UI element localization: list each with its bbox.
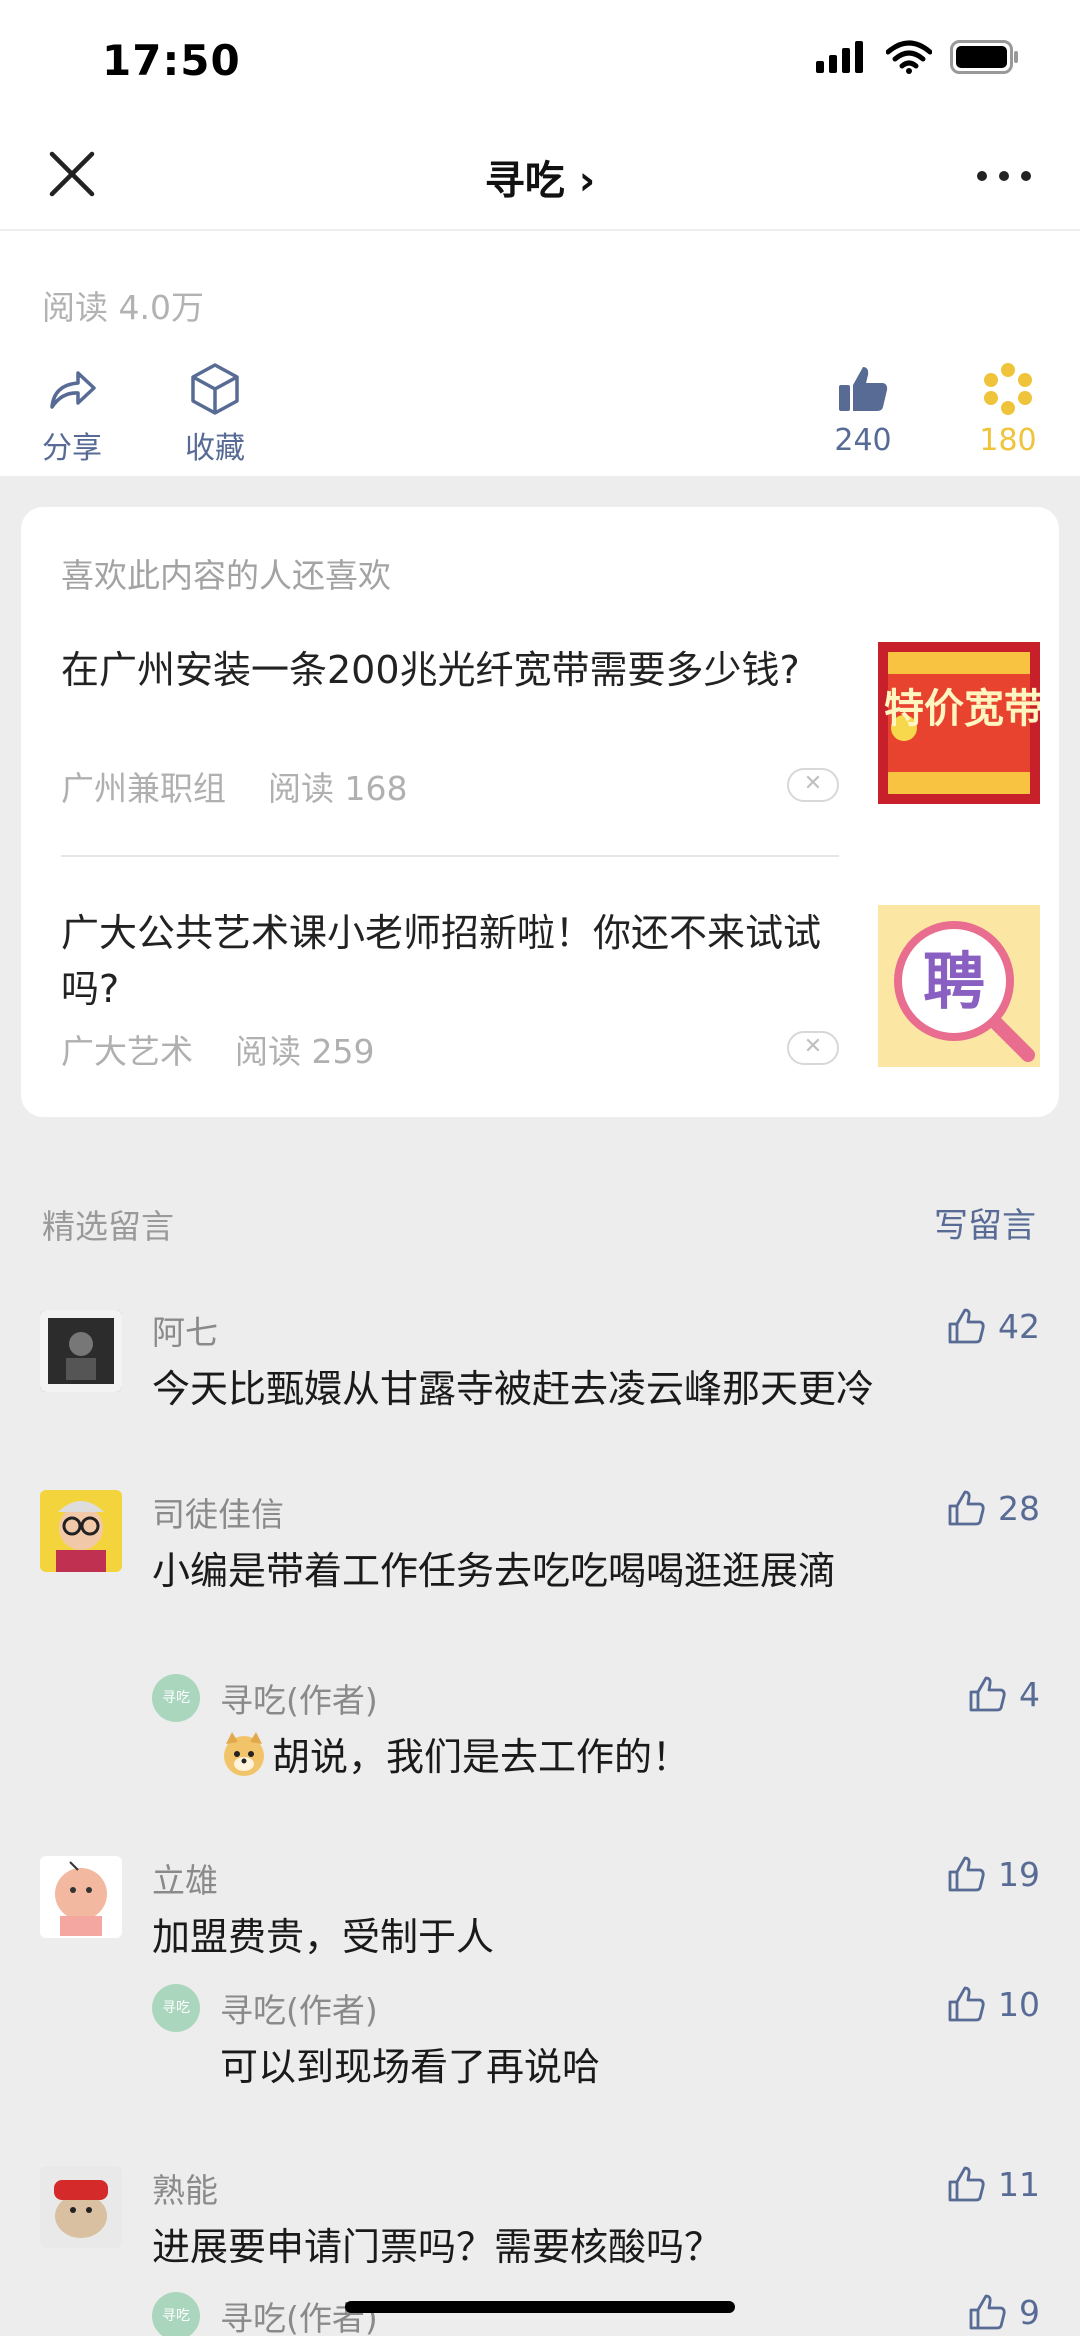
- comment-like-count: 19: [998, 1854, 1040, 1894]
- wow-count: 180: [979, 423, 1037, 458]
- wow-flower-icon: [984, 363, 1032, 415]
- share-label: 分享: [42, 431, 102, 466]
- comment-text: 小编是带着工作任务去吃吃喝喝逛逛展滴: [152, 1549, 837, 1593]
- wow-button[interactable]: 180: [948, 361, 1068, 458]
- status-icons: [816, 40, 1020, 74]
- comment-author: 熟能: [152, 2171, 218, 2210]
- comment-author: 立雄: [152, 1861, 218, 1900]
- comment-like-count: 11: [998, 2164, 1040, 2204]
- avatar[interactable]: [40, 1310, 122, 1392]
- article-footer: 阅读 4.0万 分享 收藏 240 180: [0, 231, 1080, 476]
- recommend-meta: 广大艺术 阅读 259: [61, 1025, 374, 1073]
- comment-like-button[interactable]: 11: [946, 2164, 1040, 2204]
- comment-text: 加盟费贵，受制于人: [152, 1915, 495, 1959]
- reply-author: 寻吃(作者): [220, 1681, 378, 1720]
- share-icon: [50, 371, 96, 409]
- reply-like-button[interactable]: 9: [967, 2292, 1040, 2332]
- author-avatar[interactable]: 寻吃: [152, 1674, 200, 1722]
- recommend-meta: 广州兼职组 阅读 168: [61, 762, 407, 810]
- reply-text: 可以到现场看了再说哈: [220, 2045, 601, 2089]
- recommend-reads: 阅读 168: [267, 769, 408, 808]
- recommend-title[interactable]: 在广州安装一条200兆光纤宽带需要多少钱?: [61, 642, 821, 698]
- read-count: 阅读 4.0万: [42, 288, 204, 327]
- avatar[interactable]: [40, 1856, 122, 1938]
- home-indicator[interactable]: [345, 2301, 735, 2313]
- recommend-thumbnail[interactable]: 聘: [878, 905, 1040, 1067]
- comment-author: 阿七: [152, 1313, 218, 1352]
- more-icon[interactable]: [974, 156, 1034, 196]
- recommend-thumbnail[interactable]: 特价宽带: [878, 642, 1040, 804]
- wifi-icon: [886, 40, 932, 74]
- recommend-header: 喜欢此内容的人还喜欢: [61, 556, 391, 595]
- signal-icon: [816, 41, 863, 73]
- thumbs-up-outline-icon: [948, 2166, 985, 2202]
- like-count: 240: [834, 423, 892, 458]
- dismiss-button[interactable]: ✕: [787, 768, 839, 802]
- thumbs-up-outline-icon: [948, 1490, 985, 1526]
- thumbs-up-outline-icon: [948, 1308, 985, 1344]
- reply-author: 寻吃(作者): [220, 2299, 378, 2336]
- reply-like-count: 10: [998, 1984, 1040, 2024]
- battery-icon: [950, 40, 1018, 74]
- thumbs-up-outline-icon: [948, 1856, 985, 1892]
- comment-like-count: 42: [998, 1306, 1040, 1346]
- recommend-card: 喜欢此内容的人还喜欢 在广州安装一条200兆光纤宽带需要多少钱? 广州兼职组 阅…: [21, 507, 1059, 1117]
- reply-text-row: 胡说，我们是去工作的！: [220, 1726, 690, 1781]
- thumbs-up-outline-icon: [969, 1676, 1006, 1712]
- avatar[interactable]: [40, 1490, 122, 1572]
- comment-text: 今天比甄嬛从甘露寺被赶去凌云峰那天更冷: [152, 1367, 875, 1411]
- reply-like-count: 9: [1019, 2292, 1040, 2332]
- comment-like-button[interactable]: 42: [946, 1306, 1040, 1346]
- write-comment-link[interactable]: 写留言: [934, 1198, 1036, 1247]
- comment-like-button[interactable]: 19: [946, 1854, 1040, 1894]
- nav-bar: 寻吃 ›: [0, 120, 1080, 230]
- comments-title: 精选留言: [42, 1207, 174, 1246]
- author-avatar[interactable]: 寻吃: [152, 1984, 200, 2032]
- box-icon: [191, 363, 239, 415]
- thumbs-up-outline-icon: [948, 1986, 985, 2022]
- recommend-source: 广大艺术: [61, 1032, 193, 1071]
- thumbs-up-outline-icon: [969, 2294, 1006, 2330]
- reply-like-button[interactable]: 4: [967, 1674, 1040, 1714]
- status-time: 17:50: [102, 36, 241, 85]
- author-avatar[interactable]: 寻吃: [152, 2292, 200, 2336]
- comment-text: 进展要申请门票吗？需要核酸吗？: [152, 2225, 723, 2269]
- svg-text:特价宽带: 特价宽带: [884, 686, 1040, 732]
- status-bar: 17:50: [0, 0, 1080, 120]
- reply-text: 胡说，我们是去工作的！: [272, 1735, 691, 1779]
- reply-like-count: 4: [1019, 1674, 1040, 1714]
- comment-author: 司徒佳信: [152, 1495, 284, 1534]
- reply-like-button[interactable]: 10: [946, 1984, 1040, 2024]
- recommend-reads: 阅读 259: [234, 1032, 375, 1071]
- svg-text:聘: 聘: [923, 945, 985, 1018]
- divider: [61, 855, 839, 857]
- share-button[interactable]: 分享: [12, 361, 132, 467]
- comment-like-count: 28: [998, 1488, 1040, 1528]
- doge-emoji-icon: [224, 1731, 264, 1776]
- recommend-title[interactable]: 广大公共艺术课小老师招新啦！你还不来试试吗?: [61, 905, 821, 1017]
- recommend-source: 广州兼职组: [61, 769, 226, 808]
- reply-author: 寻吃(作者): [220, 1991, 378, 2030]
- avatar[interactable]: [40, 2166, 122, 2248]
- thumbs-up-icon: [839, 367, 888, 411]
- like-button[interactable]: 240: [803, 361, 923, 458]
- comment-like-button[interactable]: 28: [946, 1488, 1040, 1528]
- dismiss-button[interactable]: ✕: [787, 1031, 839, 1065]
- favorite-label: 收藏: [185, 431, 245, 466]
- favorite-button[interactable]: 收藏: [155, 361, 275, 467]
- account-title-link[interactable]: 寻吃 ›: [0, 148, 1080, 206]
